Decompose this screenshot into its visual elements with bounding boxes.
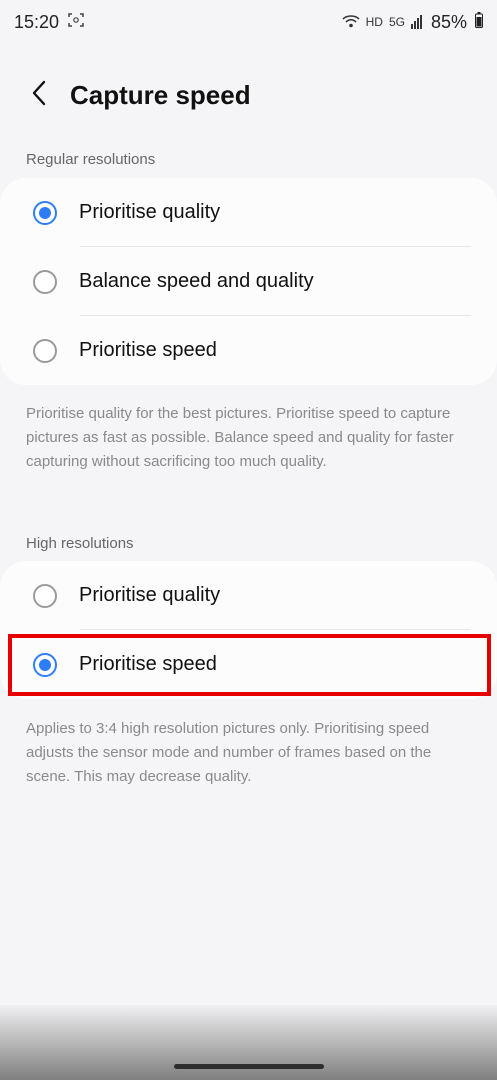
- regular-option-prioritise-speed[interactable]: Prioritise speed: [0, 316, 497, 385]
- section-label-high: High resolutions: [26, 535, 134, 552]
- radio-button[interactable]: [33, 338, 57, 363]
- regular-description: Prioritise quality for the best pictures…: [26, 405, 454, 470]
- back-button[interactable]: [14, 70, 64, 120]
- radio-button[interactable]: [33, 269, 57, 294]
- network-type-label: HD: [365, 15, 383, 29]
- status-left: 15:20: [14, 12, 85, 33]
- highlight-box: [8, 634, 491, 696]
- regular-option-prioritise-quality[interactable]: Prioritise quality: [0, 178, 497, 247]
- home-indicator[interactable]: [174, 1064, 324, 1069]
- regular-option-balance-speed-quality[interactable]: Balance speed and quality: [0, 247, 497, 316]
- battery-icon: [475, 11, 483, 33]
- status-time: 15:20: [14, 11, 60, 32]
- high-option-prioritise-quality[interactable]: Prioritise quality: [0, 561, 497, 630]
- signal-type-label: 5G: [388, 15, 405, 29]
- status-icons: HD 5G: [342, 13, 423, 32]
- header: Capture speed: [0, 60, 497, 130]
- status-right: HD 5G 85%: [342, 11, 483, 33]
- screenshot-icon: [67, 12, 85, 33]
- radio-button[interactable]: [33, 583, 57, 608]
- option-label: Balance speed and quality: [79, 270, 314, 292]
- battery-percent: 85%: [430, 11, 467, 32]
- option-label: Prioritise quality: [79, 584, 221, 606]
- signal-icon: [410, 13, 423, 32]
- wifi-icon: [342, 14, 360, 31]
- option-label: Prioritise speed: [79, 339, 217, 361]
- option-label: Prioritise quality: [79, 201, 221, 223]
- page-title: Capture speed: [70, 79, 251, 110]
- high-description: Applies to 3:4 high resolution pictures …: [26, 720, 432, 785]
- regular-options-card: Prioritise quality Balance speed and qua…: [0, 178, 497, 385]
- chevron-left-icon: [29, 79, 49, 112]
- status-bar: 15:20 HD 5G 85%: [0, 0, 497, 44]
- section-label-regular: Regular resolutions: [26, 151, 156, 168]
- radio-button[interactable]: [33, 200, 57, 225]
